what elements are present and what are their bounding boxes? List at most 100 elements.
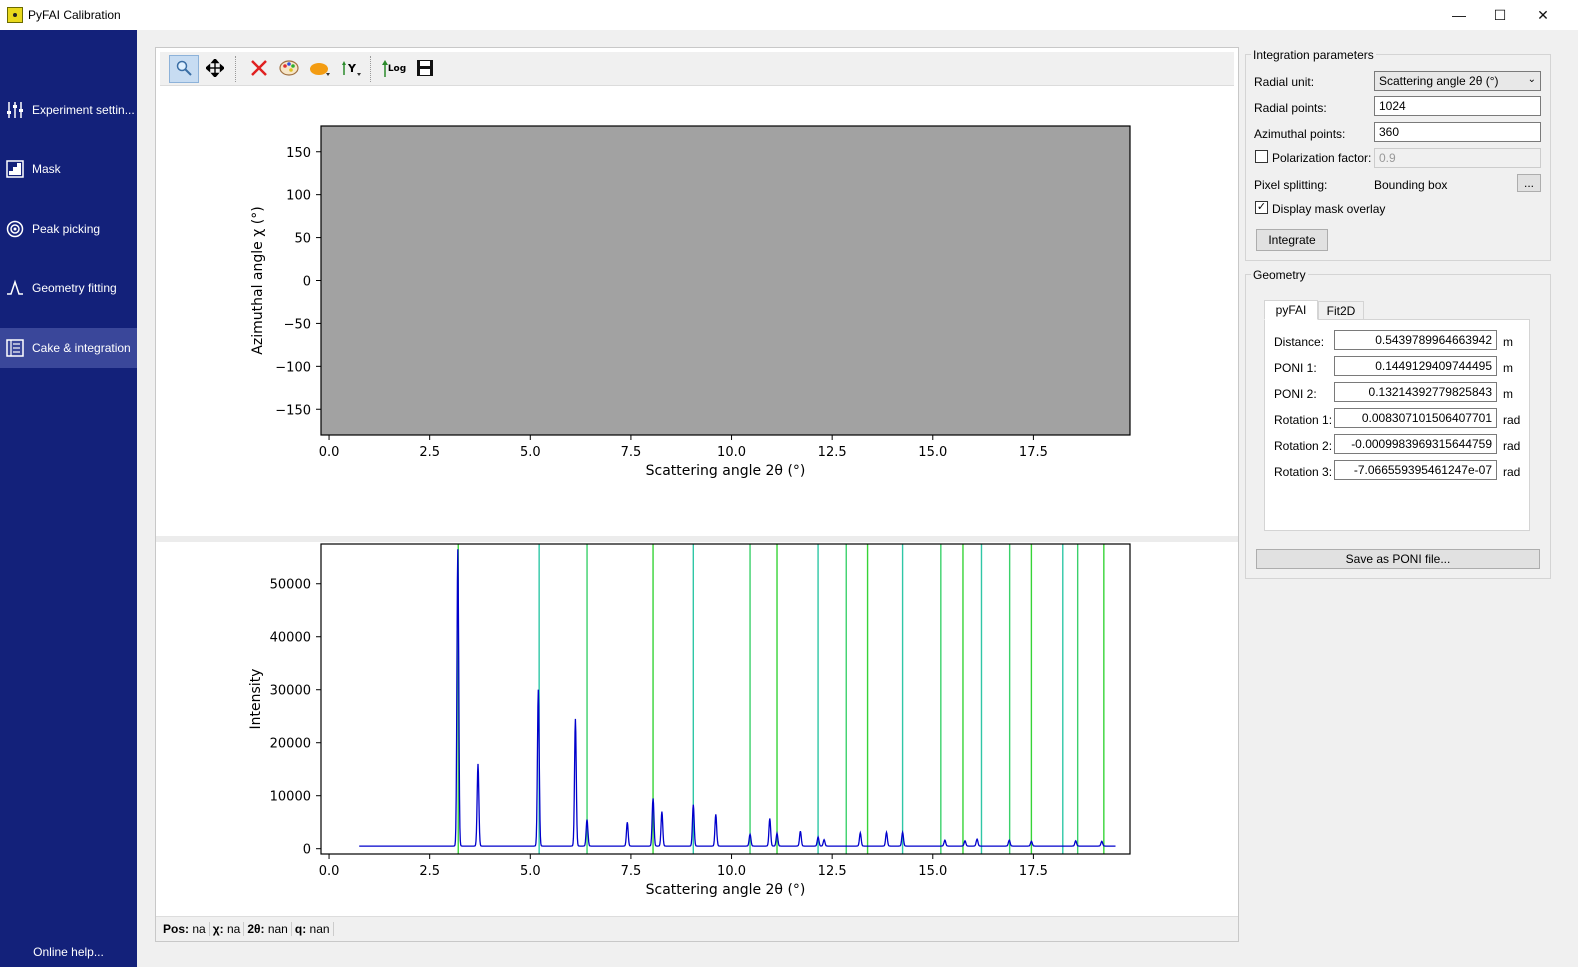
- mask-icon: [6, 160, 24, 178]
- status-pos-label: Pos:: [163, 922, 190, 936]
- close-button[interactable]: ✕: [1520, 0, 1566, 30]
- sidebar-item-experiment-settings[interactable]: Experiment settin...: [0, 90, 137, 130]
- polarization-checkbox[interactable]: [1255, 150, 1268, 163]
- online-help-link[interactable]: Online help...: [0, 945, 137, 959]
- status-tth-label: 2θ:: [247, 922, 265, 936]
- cake-xtick-label: 17.5: [1019, 445, 1048, 460]
- pattern-xtick-label: 7.5: [621, 864, 642, 879]
- pattern-ytick-label: 20000: [270, 737, 311, 752]
- cake-background: [321, 126, 1130, 435]
- poni1-unit: m: [1503, 361, 1513, 375]
- sidebar-item-cake-integration[interactable]: Cake & integration: [0, 328, 137, 368]
- mask-overlay-label: Display mask overlay: [1272, 202, 1386, 216]
- move-arrows-icon: [204, 57, 226, 80]
- rotation1-unit: rad: [1503, 413, 1521, 427]
- rotation3-label: Rotation 3:: [1274, 465, 1333, 479]
- pattern-ytick-label: 40000: [270, 631, 311, 646]
- pattern-xlabel: Scattering angle 2θ (°): [646, 882, 806, 898]
- polarization-input[interactable]: 0.9: [1374, 148, 1541, 168]
- plot-splitter[interactable]: [156, 536, 1238, 542]
- pattern-xtick-label: 2.5: [419, 864, 440, 879]
- app-icon: [7, 7, 23, 23]
- plots-svg[interactable]: 0.0 2.5 5.0 7.5 10.0 12.5 15.0 17.5 150 100 50 0 −50…: [156, 88, 1238, 916]
- distance-input[interactable]: 0.5439789964663942: [1334, 330, 1497, 350]
- pattern-xtick-label: 5.0: [520, 864, 541, 879]
- radial-unit-value: Scattering angle 2θ (°): [1379, 74, 1499, 88]
- peak-icon: [6, 279, 24, 297]
- azimuthal-points-input[interactable]: 360: [1374, 122, 1541, 142]
- log-icon: Log: [381, 60, 407, 78]
- polarization-label: Polarization factor:: [1272, 151, 1372, 165]
- sliders-icon: [6, 101, 24, 119]
- sidebar-item-geometry-fitting[interactable]: Geometry fitting: [0, 268, 137, 308]
- pattern-intensity-line: [359, 549, 1116, 847]
- cake-xtick-label: 5.0: [520, 445, 541, 460]
- cake-xtick-label: 2.5: [419, 445, 440, 460]
- log-scale-button[interactable]: Log: [379, 55, 409, 83]
- radial-unit-select[interactable]: Scattering angle 2θ (°) ⌄: [1374, 71, 1541, 91]
- pattern-ylabel: Intensity: [248, 669, 264, 730]
- rotation2-label: Rotation 2:: [1274, 439, 1333, 453]
- poni1-label: PONI 1:: [1274, 361, 1317, 375]
- cake-ytick-label: 100: [286, 189, 311, 204]
- rotation3-input[interactable]: -7.066559395461247e-07: [1334, 460, 1497, 480]
- sidebar-item-peak-picking[interactable]: Peak picking: [0, 209, 137, 249]
- mask-overlay-checkbox[interactable]: ✓: [1255, 201, 1268, 214]
- pixel-splitting-label: Pixel splitting:: [1254, 178, 1328, 192]
- poni1-input[interactable]: 0.1449129409744495: [1334, 356, 1497, 376]
- plot-area[interactable]: 0.0 2.5 5.0 7.5 10.0 12.5 15.0 17.5 150 100 50 0 −50…: [156, 88, 1238, 918]
- target-icon: [6, 220, 24, 238]
- rotation2-unit: rad: [1503, 439, 1521, 453]
- poni2-input[interactable]: 0.13214392779825843: [1334, 382, 1497, 402]
- poni2-unit: m: [1503, 387, 1513, 401]
- radial-unit-label: Radial unit:: [1254, 75, 1315, 89]
- integration-title: Integration parameters: [1251, 48, 1376, 62]
- sidebar-item-label: Experiment settin...: [32, 103, 135, 117]
- status-chi: χ: na: [210, 922, 245, 936]
- pixel-splitting-value: Bounding box: [1374, 178, 1448, 192]
- status-tth-value: nan: [267, 922, 288, 936]
- sidebar-item-mask[interactable]: Mask: [0, 149, 137, 189]
- cake-xtick-label: 10.0: [717, 445, 746, 460]
- rotation1-input[interactable]: 0.008307101506407701: [1334, 408, 1497, 428]
- pattern-xtick-label: 15.0: [918, 864, 947, 879]
- tab-fit2d[interactable]: Fit2D: [1318, 301, 1364, 320]
- cake-ytick-label: −150: [275, 403, 311, 418]
- clear-peaks-button[interactable]: [244, 55, 274, 83]
- integrate-button[interactable]: Integrate: [1256, 229, 1328, 251]
- magnifier-icon: [175, 59, 193, 80]
- radial-points-label: Radial points:: [1254, 101, 1327, 115]
- zoom-button[interactable]: [169, 55, 199, 83]
- sidebar-item-label: Peak picking: [32, 222, 101, 236]
- cake-ylabel: Azimuthal angle χ (°): [250, 206, 266, 354]
- maximize-button[interactable]: ☐: [1477, 0, 1523, 30]
- colormap-button[interactable]: [274, 55, 304, 83]
- palette-icon: [279, 59, 299, 80]
- mask-display-button[interactable]: [305, 55, 335, 83]
- y-axis-options-button[interactable]: Y: [336, 55, 366, 83]
- radial-points-input[interactable]: 1024: [1374, 96, 1541, 116]
- pattern-ytick-label: 10000: [270, 790, 311, 805]
- status-q: q: nan: [292, 922, 334, 936]
- status-chi-label: χ:: [212, 922, 224, 936]
- rotation2-input[interactable]: -0.0009983969315644759: [1334, 434, 1497, 454]
- status-q-value: nan: [309, 922, 330, 936]
- distance-label: Distance:: [1274, 335, 1325, 349]
- log-label: Log: [387, 64, 407, 74]
- red-cross-icon: [250, 59, 268, 80]
- toolbar-separator: [370, 56, 371, 82]
- cake-xtick-label: 15.0: [918, 445, 947, 460]
- sidebar-item-label: Mask: [32, 162, 61, 176]
- save-plot-button[interactable]: [410, 55, 440, 83]
- cake-ytick-label: −100: [275, 360, 311, 375]
- pan-button[interactable]: [200, 55, 230, 83]
- save-poni-button[interactable]: Save as PONI file...: [1256, 549, 1540, 569]
- plot-toolbar: Y Log: [160, 52, 1234, 86]
- pixel-splitting-button[interactable]: ...: [1517, 174, 1541, 192]
- cake-ytick-label: 150: [286, 146, 311, 161]
- tab-pyfai[interactable]: pyFAI: [1264, 300, 1318, 320]
- chevron-down-icon: ⌄: [1527, 74, 1536, 85]
- cake-xtick-label: 7.5: [621, 445, 642, 460]
- status-tth: 2θ: nan: [244, 922, 292, 936]
- minimize-button[interactable]: —: [1436, 0, 1482, 30]
